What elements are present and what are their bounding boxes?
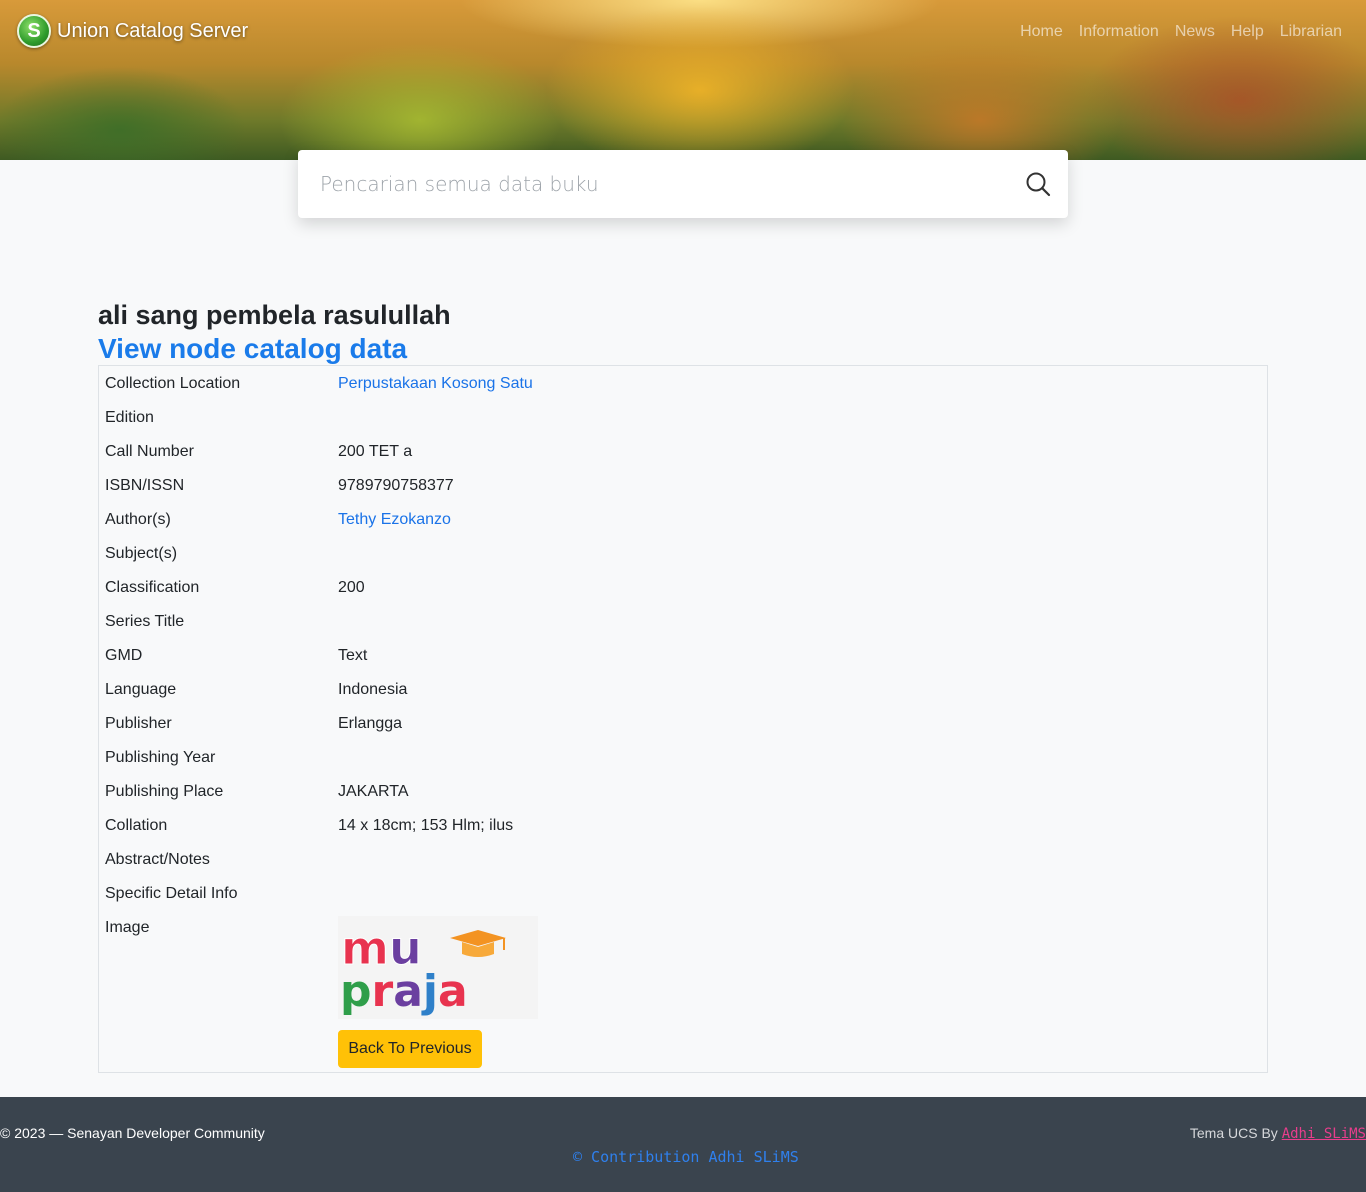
field-value: JAKARTA — [338, 783, 409, 800]
field-value: Text — [338, 647, 368, 664]
footer: © 2023 — Senayan Developer Community © C… — [0, 1097, 1366, 1192]
field-label: Language — [105, 681, 177, 698]
slims-logo-icon: S — [17, 14, 51, 48]
field-label: ISBN/ISSN — [105, 477, 185, 494]
record-detail-table: Collection Location Perpustakaan Kosong … — [98, 365, 1268, 1073]
cover-letter: r — [372, 966, 394, 1017]
cover-letter: a — [393, 966, 423, 1017]
field-label: Series Title — [105, 613, 185, 630]
top-nav: Home Information News Help Librarian — [1012, 22, 1342, 42]
search-input[interactable] — [298, 150, 1008, 218]
field-label: Abstract/Notes — [105, 851, 210, 868]
brand-name: Union Catalog Server — [57, 19, 249, 42]
field-label: Specific Detail Info — [105, 885, 238, 902]
cover-letter: p — [340, 966, 372, 1017]
header-banner: S Union Catalog Server Home Information … — [0, 0, 1366, 160]
brand[interactable]: S Union Catalog Server — [17, 14, 248, 48]
nav-help[interactable]: Help — [1223, 22, 1272, 42]
nav-information[interactable]: Information — [1071, 22, 1167, 42]
field-value: Tethy Ezokanzo — [338, 511, 451, 529]
field-value: 9789790758377 — [338, 477, 454, 494]
cover-text-praja: praja — [340, 966, 468, 1017]
theme-prefix: Tema UCS By — [1189, 1125, 1282, 1141]
field-label: GMD — [105, 647, 143, 664]
field-label: Collection Location — [105, 375, 241, 392]
record-title: ali sang pembela rasulullah — [98, 300, 451, 330]
field-label: Call Number — [105, 443, 194, 460]
contribution-credit: © Contribution Adhi SLiMS — [573, 1148, 799, 1166]
field-label: Image — [105, 919, 150, 936]
copyright-text: © 2023 — Senayan Developer Community — [0, 1125, 265, 1141]
field-label: Edition — [105, 409, 154, 426]
field-label: Collation — [105, 817, 168, 834]
theme-credit: Tema UCS By Adhi SLiMS — [1190, 1125, 1366, 1142]
collection-location-link[interactable]: Perpustakaan Kosong Satu — [338, 375, 533, 392]
author-link[interactable]: Tethy Ezokanzo — [338, 511, 451, 528]
cover-letter: j — [421, 966, 438, 1017]
field-value: 200 TET a — [338, 443, 413, 460]
nav-home[interactable]: Home — [1012, 22, 1071, 42]
field-label: Author(s) — [105, 511, 171, 528]
field-value: Indonesia — [338, 681, 408, 698]
back-to-previous-button[interactable]: Back To Previous — [338, 1030, 482, 1068]
field-value: 14 x 18cm; 153 Hlm; ilus — [338, 817, 514, 834]
view-node-catalog-link[interactable]: View node catalog data — [98, 333, 407, 365]
nav-librarian[interactable]: Librarian — [1272, 22, 1342, 42]
field-label: Publishing Place — [105, 783, 224, 800]
field-label: Subject(s) — [105, 545, 178, 562]
field-value: Erlangga — [338, 715, 403, 732]
field-label: Classification — [105, 579, 200, 596]
search-box — [298, 150, 1068, 218]
search-icon[interactable] — [1008, 150, 1068, 218]
nav-news[interactable]: News — [1167, 22, 1223, 42]
field-value: Perpustakaan Kosong Satu — [338, 375, 533, 393]
book-cover-image: mu praja — [338, 916, 538, 1019]
cover-letter: a — [438, 966, 468, 1017]
field-value: 200 — [338, 579, 365, 596]
field-label: Publisher — [105, 715, 172, 732]
theme-author-link[interactable]: Adhi SLiMS — [1282, 1126, 1366, 1142]
field-label: Publishing Year — [105, 749, 216, 766]
